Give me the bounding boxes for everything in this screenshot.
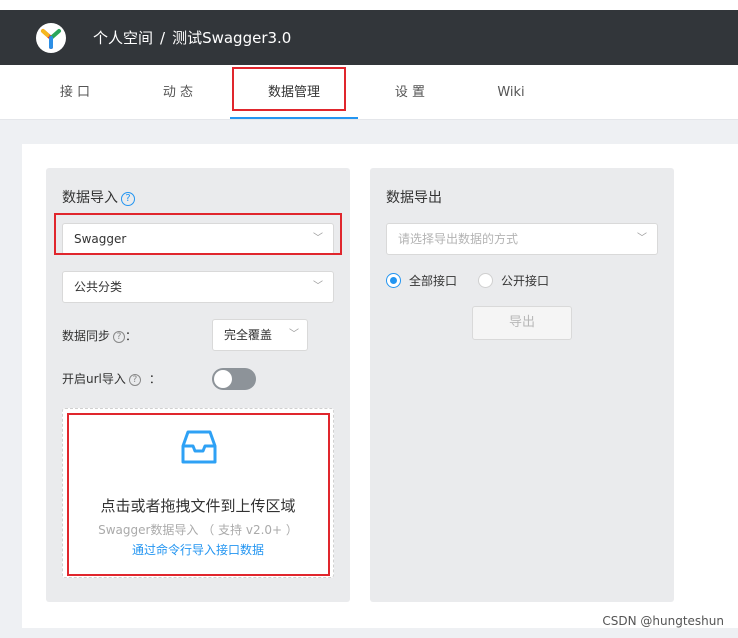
breadcrumb-separator: /: [160, 29, 166, 47]
radio-unchecked-icon: [478, 273, 493, 288]
import-title-text: 数据导入: [62, 190, 118, 206]
tab-interface[interactable]: 接 口: [30, 65, 120, 120]
tab-activity[interactable]: 动 态: [133, 65, 223, 120]
breadcrumb-project[interactable]: 测试Swagger3.0: [172, 29, 291, 47]
app-logo[interactable]: [36, 23, 66, 53]
tab-data-management[interactable]: 数据管理: [230, 65, 358, 120]
export-method-placeholder: 请选择导出数据的方式: [398, 232, 519, 246]
url-import-toggle[interactable]: [212, 368, 256, 390]
toggle-knob: [214, 370, 232, 388]
sync-label-colon: ：: [125, 329, 138, 343]
yapi-logo-icon: [41, 29, 61, 49]
cli-import-link[interactable]: 通过命令行导入接口数据: [63, 541, 333, 558]
upload-dropzone[interactable]: 点击或者拖拽文件到上传区域 Swagger数据导入 （ 支持 v2.0+ ） 通…: [62, 408, 334, 578]
radio-all-label: 全部接口: [409, 274, 458, 288]
url-import-label-text: 开启url导入: [62, 372, 126, 386]
help-icon[interactable]: ?: [113, 331, 126, 343]
tab-bar: 接 口 动 态 数据管理 设 置 Wiki: [0, 65, 738, 120]
help-icon[interactable]: ?: [121, 192, 135, 206]
content-area: 数据导入? Swagger ﹀ 公共分类 ﹀ 数据同步?： 完全覆盖 ﹀ 开启u…: [22, 144, 738, 628]
radio-public-interfaces[interactable]: 公开接口: [478, 272, 549, 289]
watermark: CSDN @hungteshun: [602, 614, 724, 628]
import-title: 数据导入?: [62, 187, 135, 207]
active-tab-indicator: [230, 117, 358, 119]
top-strip: [0, 0, 738, 10]
app-header: 个人空间 / 测试Swagger3.0: [0, 10, 738, 65]
export-title: 数据导出: [386, 190, 442, 206]
breadcrumb: 个人空间 / 测试Swagger3.0: [93, 27, 291, 48]
chevron-down-icon: ﹀: [313, 233, 323, 244]
help-icon[interactable]: ?: [128, 374, 141, 386]
radio-checked-icon: [386, 273, 401, 288]
radio-all-interfaces[interactable]: 全部接口: [386, 272, 457, 289]
sync-mode-value: 完全覆盖: [224, 328, 273, 342]
chevron-down-icon: ﹀: [313, 281, 323, 292]
url-import-colon: ：: [148, 372, 161, 386]
url-import-label: 开启url导入? ：: [62, 370, 161, 387]
dropzone-title: 点击或者拖拽文件到上传区域: [100, 497, 296, 515]
chevron-down-icon: ﹀: [637, 233, 647, 244]
import-format-select[interactable]: Swagger ﹀: [62, 223, 334, 255]
tab-wiki[interactable]: Wiki: [466, 65, 556, 120]
category-value: 公共分类: [74, 280, 123, 294]
inbox-icon: [181, 430, 217, 464]
sync-label: 数据同步?：: [62, 327, 137, 344]
sync-label-text: 数据同步: [62, 329, 111, 343]
import-panel: 数据导入? Swagger ﹀ 公共分类 ﹀ 数据同步?： 完全覆盖 ﹀ 开启u…: [46, 168, 350, 602]
tab-settings[interactable]: 设 置: [365, 65, 455, 120]
export-method-select[interactable]: 请选择导出数据的方式 ﹀: [386, 223, 658, 255]
breadcrumb-space[interactable]: 个人空间: [93, 29, 153, 47]
chevron-down-icon: ﹀: [289, 329, 299, 340]
sync-mode-select[interactable]: 完全覆盖 ﹀: [212, 319, 308, 351]
export-button[interactable]: 导出: [472, 306, 572, 340]
import-format-value: Swagger: [74, 232, 127, 246]
dropzone-subtitle: Swagger数据导入 （ 支持 v2.0+ ）: [98, 523, 298, 537]
category-select[interactable]: 公共分类 ﹀: [62, 271, 334, 303]
export-panel: 数据导出 请选择导出数据的方式 ﹀ 全部接口 公开接口 导出: [370, 168, 674, 602]
radio-public-label: 公开接口: [501, 274, 550, 288]
